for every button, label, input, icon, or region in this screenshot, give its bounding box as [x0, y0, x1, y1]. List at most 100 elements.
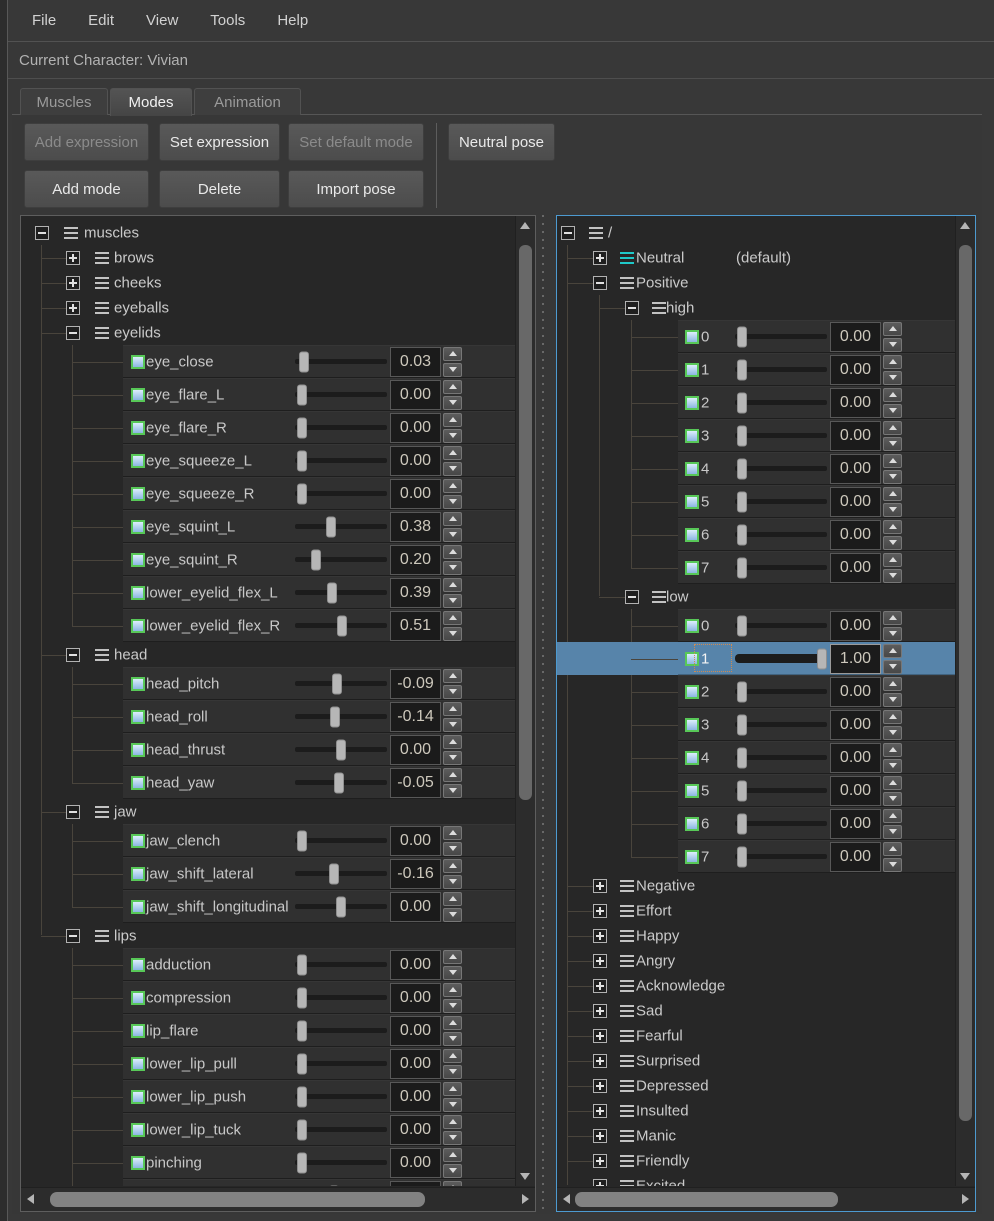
spin-up-button[interactable] [443, 545, 462, 559]
tree-group-happy[interactable]: Happy [557, 923, 955, 948]
muscle-checkbox[interactable] [131, 355, 145, 369]
spin-up-button[interactable] [443, 347, 462, 361]
spin-up-button[interactable] [443, 611, 462, 625]
value-spinbox[interactable]: 0.00 [830, 776, 881, 806]
muscle-checkbox[interactable] [685, 330, 699, 344]
scroll-up-icon[interactable] [520, 222, 530, 229]
value-slider[interactable] [735, 419, 827, 452]
spin-up-button[interactable] [883, 611, 902, 625]
spin-up-button[interactable] [443, 380, 462, 394]
spin-down-button[interactable] [883, 536, 902, 550]
spin-up-button[interactable] [443, 1082, 462, 1096]
spin-up-button[interactable] [883, 322, 902, 336]
value-slider[interactable] [295, 378, 387, 411]
spin-down-button[interactable] [443, 1098, 462, 1112]
value-slider[interactable] [295, 609, 387, 642]
spin-up-button[interactable] [443, 578, 462, 592]
slider-row-jaw-shift-longitudinal[interactable]: jaw_shift_longitudinal0.00 [21, 890, 515, 923]
slider-handle[interactable] [337, 615, 347, 636]
slider-row-head-roll[interactable]: head_roll-0.14 [21, 700, 515, 733]
spin-down-button[interactable] [443, 842, 462, 856]
collapse-icon[interactable] [561, 226, 575, 240]
slider-row-eye-flare-r[interactable]: eye_flare_R0.00 [21, 411, 515, 444]
slider-row-4[interactable]: 40.00 [557, 741, 955, 774]
value-spinbox[interactable]: 0.00 [390, 1049, 441, 1079]
spin-up-button[interactable] [443, 1148, 462, 1162]
slider-handle[interactable] [737, 359, 747, 380]
value-spinbox[interactable]: 0.00 [830, 743, 881, 773]
slider-handle[interactable] [297, 987, 307, 1008]
value-slider[interactable] [295, 700, 387, 733]
slider-row-jaw-clench[interactable]: jaw_clench0.00 [21, 824, 515, 857]
tree-group--[interactable]: / [557, 220, 955, 245]
muscle-checkbox[interactable] [131, 1156, 145, 1170]
expand-icon[interactable] [593, 1079, 607, 1093]
spin-down-button[interactable] [443, 627, 462, 641]
value-spinbox[interactable]: 0.00 [390, 1082, 441, 1112]
tree-group-fearful[interactable]: Fearful [557, 1023, 955, 1048]
set-expression-button[interactable]: Set expression [159, 123, 280, 161]
mode-tree-vertical-scrollbar[interactable] [955, 216, 975, 1186]
collapse-icon[interactable] [625, 590, 639, 604]
value-slider[interactable] [295, 857, 387, 890]
slider-handle[interactable] [297, 1086, 307, 1107]
collapse-icon[interactable] [593, 276, 607, 290]
muscle-checkbox[interactable] [131, 421, 145, 435]
slider-row-6[interactable]: 60.00 [557, 807, 955, 840]
spin-up-button[interactable] [883, 421, 902, 435]
tree-group-eyeballs[interactable]: eyeballs [21, 295, 515, 320]
mode-tree-horizontal-scrollbar[interactable] [557, 1187, 975, 1211]
muscle-checkbox[interactable] [685, 850, 699, 864]
spin-up-button[interactable] [443, 983, 462, 997]
spin-down-button[interactable] [883, 404, 902, 418]
spin-down-button[interactable] [883, 627, 902, 641]
spin-down-button[interactable] [443, 495, 462, 509]
tree-group-cheeks[interactable]: cheeks [21, 270, 515, 295]
slider-row-3[interactable]: 30.00 [557, 708, 955, 741]
muscle-checkbox[interactable] [685, 495, 699, 509]
value-spinbox[interactable]: 0.00 [390, 446, 441, 476]
slider-row-5[interactable]: 50.00 [557, 774, 955, 807]
spin-down-button[interactable] [883, 759, 902, 773]
value-spinbox[interactable]: 0.00 [830, 520, 881, 550]
value-slider[interactable] [295, 1146, 387, 1179]
value-slider[interactable] [295, 543, 387, 576]
value-spinbox[interactable]: 0.00 [390, 950, 441, 980]
spin-down-button[interactable] [883, 660, 902, 674]
slider-handle[interactable] [330, 706, 340, 727]
tree-group-high[interactable]: high [557, 295, 955, 320]
scroll-left-icon[interactable] [563, 1194, 570, 1204]
vertical-scroll-thumb[interactable] [519, 245, 532, 800]
slider-row-2[interactable]: 20.00 [557, 675, 955, 708]
expand-icon[interactable] [593, 954, 607, 968]
expand-icon[interactable] [593, 1129, 607, 1143]
slider-handle[interactable] [737, 524, 747, 545]
muscle-checkbox[interactable] [685, 462, 699, 476]
value-slider[interactable] [735, 807, 827, 840]
value-spinbox[interactable]: -0.09 [390, 669, 441, 699]
slider-handle[interactable] [737, 425, 747, 446]
slider-row-4[interactable]: 40.00 [557, 452, 955, 485]
spin-down-button[interactable] [443, 594, 462, 608]
value-spinbox[interactable]: 0.00 [390, 892, 441, 922]
slider-row-eye-squeeze-r[interactable]: eye_squeeze_R0.00 [21, 477, 515, 510]
slider-handle[interactable] [737, 780, 747, 801]
expand-icon[interactable] [593, 929, 607, 943]
muscle-checkbox[interactable] [131, 958, 145, 972]
collapse-icon[interactable] [66, 648, 80, 662]
muscle-checkbox[interactable] [685, 784, 699, 798]
spin-up-button[interactable] [883, 520, 902, 534]
spin-down-button[interactable] [443, 1065, 462, 1079]
spin-down-button[interactable] [883, 470, 902, 484]
value-slider[interactable] [295, 576, 387, 609]
value-slider[interactable] [295, 733, 387, 766]
slider-handle[interactable] [297, 1119, 307, 1140]
collapse-icon[interactable] [625, 301, 639, 315]
value-spinbox[interactable]: -0.16 [390, 859, 441, 889]
tree-group-muscles[interactable]: muscles [21, 220, 515, 245]
muscle-checkbox[interactable] [685, 817, 699, 831]
scroll-up-icon[interactable] [960, 222, 970, 229]
scroll-down-icon[interactable] [520, 1173, 530, 1180]
muscle-checkbox[interactable] [131, 1057, 145, 1071]
muscle-tree-vertical-scrollbar[interactable] [515, 216, 535, 1186]
